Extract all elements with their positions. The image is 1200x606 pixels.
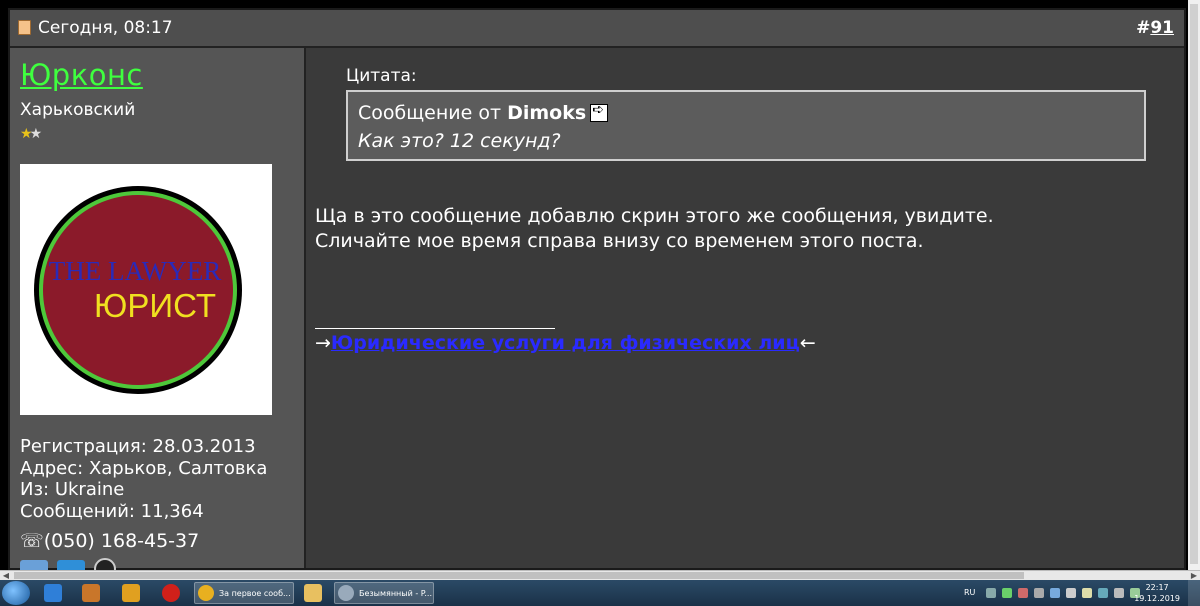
username-link[interactable]: Юрконс	[20, 58, 143, 92]
show-desktop-button[interactable]	[1188, 580, 1200, 606]
language-indicator[interactable]: RU	[964, 588, 975, 597]
user-info-panel: Юрконс Харьковский ★★ THE LAWYER ЮРИСТ Р…	[10, 48, 306, 580]
message-body: Ща в это сообщение добавлю скрин этого ж…	[315, 204, 994, 254]
taskbar-button-chrome[interactable]: За первое сооб...	[194, 582, 294, 604]
taskbar: За первое сооб... Безымянный - P... RU 2…	[0, 580, 1200, 606]
tray-icon[interactable]	[986, 588, 996, 598]
post-icon	[18, 20, 31, 35]
forum-post: Сегодня, 08:17 #91 Юрконс Харьковский ★★…	[8, 8, 1186, 580]
reputation-stars: ★★	[20, 126, 42, 142]
tray-icon[interactable]	[1066, 588, 1076, 598]
clock[interactable]: 22:17 19.12.2019	[1134, 582, 1180, 604]
quote-author: Dimoks	[507, 102, 587, 124]
opera-icon[interactable]	[162, 584, 180, 602]
message-line: Сличайте мое время справа внизу со време…	[315, 230, 924, 252]
user-title: Харьковский	[20, 100, 136, 120]
tray-icon[interactable]	[1050, 588, 1060, 598]
avatar: THE LAWYER ЮРИСТ	[20, 164, 272, 415]
tray-icon[interactable]	[1082, 588, 1092, 598]
quote-text: Как это? 12 секунд?	[358, 130, 561, 152]
user-country: Из: Ukraine	[20, 479, 125, 500]
clock-date: 19.12.2019	[1134, 594, 1180, 603]
avatar-text-bottom: ЮРИСТ	[94, 287, 216, 324]
taskbar-button-paint[interactable]: Безымянный - P...	[334, 582, 434, 604]
star-icon: ★	[20, 126, 32, 142]
paint-icon	[338, 585, 354, 601]
quote-box: Сообщение от Dimoks Как это? 12 секунд?	[346, 90, 1146, 161]
post-number-link[interactable]: 91	[1150, 18, 1174, 38]
tray-icon[interactable]	[1034, 588, 1044, 598]
avatar-image: THE LAWYER ЮРИСТ	[34, 186, 242, 394]
chrome-icon	[198, 585, 214, 601]
signature: →Юридические услуги для физических лиц←	[315, 332, 816, 354]
star-icon: ★	[29, 126, 42, 142]
registration-date: Регистрация: 28.03.2013	[20, 436, 256, 457]
scroll-thumb[interactable]	[1190, 4, 1198, 564]
message-line: Ща в это сообщение добавлю скрин этого ж…	[315, 205, 994, 227]
post-date: Сегодня, 08:17	[38, 18, 173, 38]
app-icon[interactable]	[122, 584, 140, 602]
message-count: Сообщений: 11,364	[20, 500, 204, 522]
network-icon[interactable]	[1098, 588, 1108, 598]
post-number: #91	[1136, 18, 1174, 38]
folder-icon[interactable]	[304, 584, 322, 602]
media-player-icon[interactable]	[82, 584, 100, 602]
user-address: Адрес: Харьков, Салтовка	[20, 457, 268, 479]
ie-icon[interactable]	[44, 584, 62, 602]
signature-divider	[315, 328, 555, 329]
phone-number: ☏(050) 168-45-37	[20, 530, 200, 552]
quote-header: Сообщение от Dimoks	[358, 102, 609, 124]
post-content: Цитата: Сообщение от Dimoks Как это? 12 …	[306, 48, 1184, 568]
user-stats: Регистрация: 28.03.2013 Адрес: Харьков, …	[20, 436, 267, 522]
volume-icon[interactable]	[1114, 588, 1124, 598]
signature-link[interactable]: Юридические услуги для физических лиц	[331, 332, 800, 354]
avatar-text-top: THE LAWYER	[49, 256, 222, 286]
scroll-thumb[interactable]	[14, 572, 1024, 579]
post-header: Сегодня, 08:17 #91	[10, 10, 1184, 48]
view-post-icon[interactable]	[590, 102, 609, 122]
vertical-scrollbar[interactable]	[1188, 0, 1200, 570]
tray-icon[interactable]	[1018, 588, 1028, 598]
tray-icon[interactable]	[1002, 588, 1012, 598]
quote-label: Цитата:	[346, 66, 417, 86]
start-button[interactable]	[2, 581, 30, 605]
clock-time: 22:17	[1145, 583, 1169, 592]
